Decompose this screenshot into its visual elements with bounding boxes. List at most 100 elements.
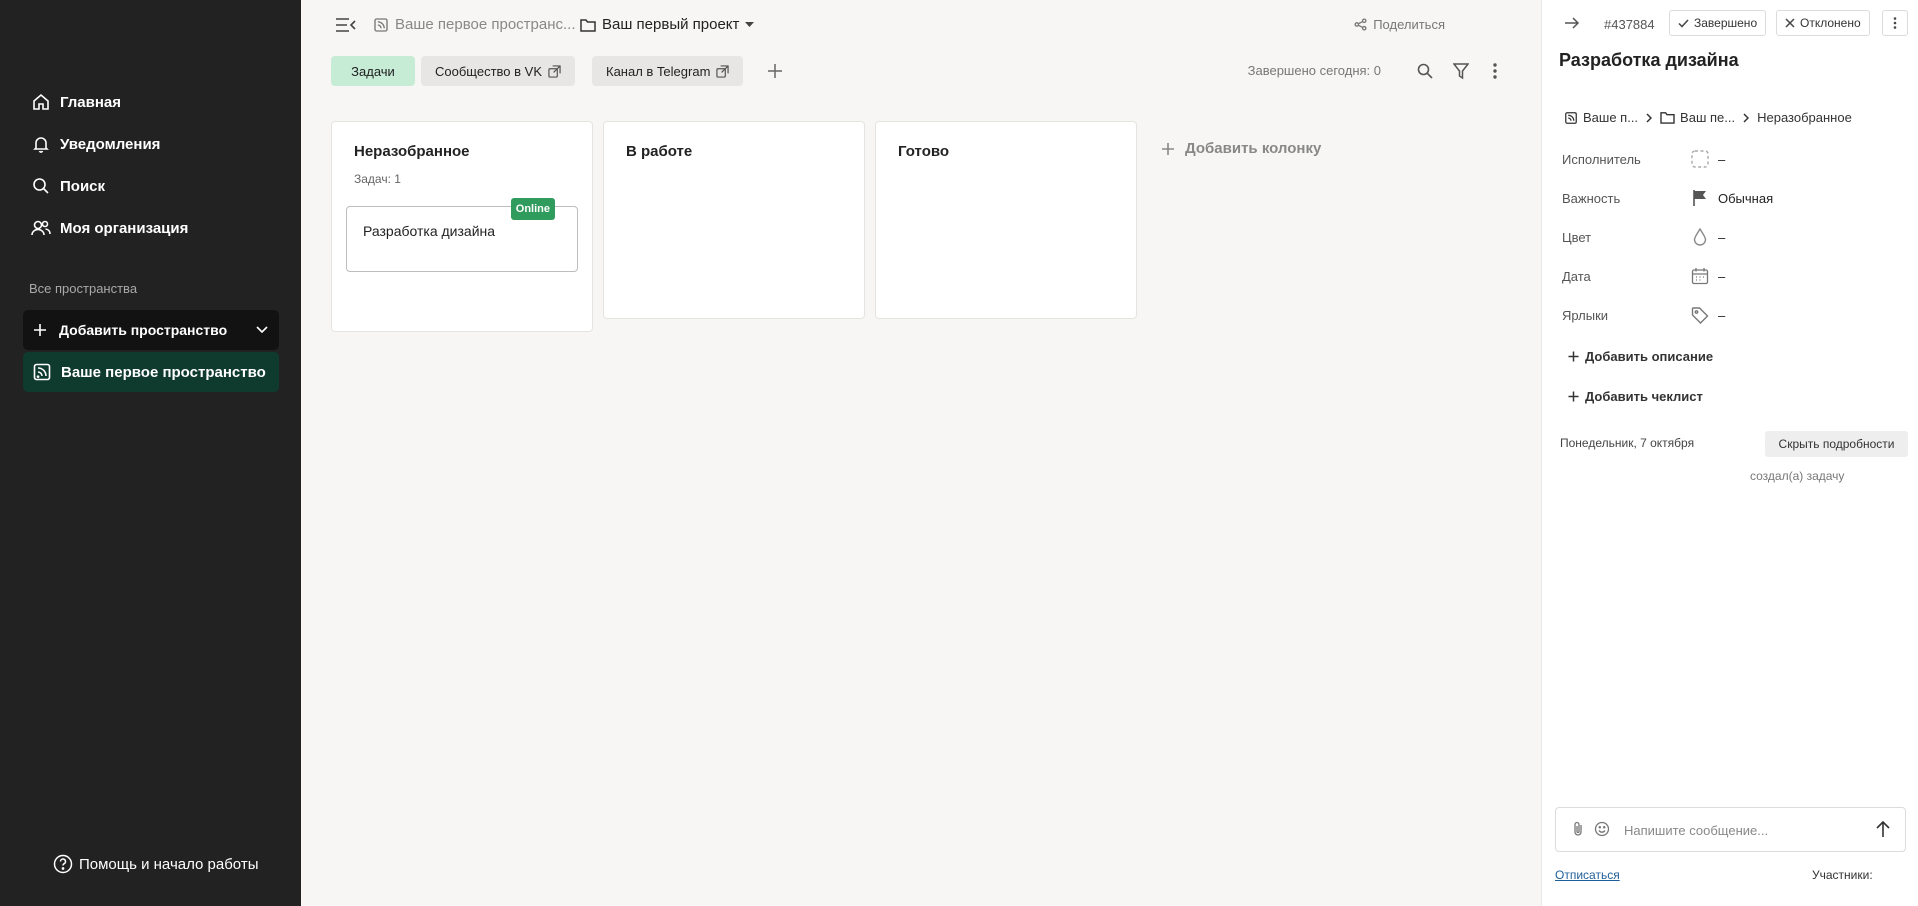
prop-label: Цвет [1562,229,1592,245]
users-icon [30,217,52,239]
task-card-title: Разработка дизайна [363,223,496,239]
tab-telegram[interactable]: Канал в Telegram [592,56,744,86]
prop-label: Важность [1562,190,1621,206]
add-description-button[interactable]: Добавить описание [1568,349,1713,364]
more-options-button[interactable] [1882,10,1908,36]
plus-icon [1568,351,1579,362]
nav-label: Уведомления [60,135,161,153]
tab-label: Канал в Telegram [606,63,711,79]
members-label: Участники: [1812,868,1873,882]
send-arrow-icon[interactable] [1875,820,1891,838]
external-link-icon [548,64,561,78]
chevron-right-icon [1646,112,1653,123]
breadcrumb-project[interactable]: Ваш первый проект [580,16,755,33]
task-location-path: Ваше п... Ваш пе... Неразобранное [1564,110,1852,125]
activity-date: Понедельник, 7 октября [1560,436,1695,450]
search-icon[interactable] [1415,61,1435,81]
done-today-counter: Завершено сегодня: 0 [1247,63,1381,78]
prop-value: – [1718,229,1726,245]
search-icon [30,175,52,197]
prop-value: – [1718,307,1726,323]
prop-assignee[interactable]: Исполнитель – [1562,149,1902,169]
nav-label: Главная [60,93,122,111]
more-vertical-icon[interactable] [1485,61,1505,81]
main-area: Ваше первое пространс... Ваш первый прое… [301,0,1541,906]
help-icon [53,854,73,874]
home-icon [30,91,52,113]
breadcrumb-project-label: Ваш первый проект [602,16,740,33]
share-button[interactable]: Поделиться [1354,17,1445,32]
task-detail-panel: #437884 Завершено Отклонено Разработка д… [1541,0,1918,906]
column-title: В работе [626,143,693,160]
reject-button[interactable]: Отклонено [1776,10,1870,36]
path-column[interactable]: Неразобранное [1757,110,1852,125]
prop-labels[interactable]: Ярлыки – [1562,305,1902,325]
collapse-sidebar-icon[interactable] [335,16,357,34]
hide-details-button[interactable]: Скрыть подробности [1765,431,1908,457]
tag-icon [1690,305,1710,325]
spaces-section-label: Все пространства [29,281,138,296]
add-tab-icon[interactable] [766,62,784,80]
nav-item-search[interactable]: Поиск [30,174,105,198]
panel-header: #437884 Завершено Отклонено [1542,10,1918,38]
task-card[interactable]: Разработка дизайна Online [346,198,578,272]
check-icon [1678,18,1689,28]
arrow-right-icon[interactable] [1564,16,1580,30]
add-column-button[interactable]: Добавить колонку [1161,140,1321,157]
nav-item-organization[interactable]: Моя организация [30,216,188,240]
space-icon [373,17,389,33]
add-column-label: Добавить колонку [1185,140,1322,157]
prop-value: – [1718,268,1726,284]
calendar-icon [1690,266,1710,286]
prop-color[interactable]: Цвет – [1562,227,1902,247]
path-project[interactable]: Ваш пе... [1680,110,1735,125]
add-space-button[interactable]: Добавить пространство [23,310,279,350]
column-count: Задач: 1 [354,172,401,186]
share-label: Поделиться [1373,17,1445,32]
chevron-down-icon[interactable] [255,322,269,336]
prop-value: – [1718,151,1726,167]
space-item[interactable]: Ваше первое пространство [23,352,279,392]
chevron-right-icon [1743,112,1750,123]
tab-tasks[interactable]: Задачи [331,56,415,86]
paperclip-icon[interactable] [1572,821,1584,837]
breadcrumb-space-label: Ваше первое пространс... [395,16,576,33]
topbar: Ваше первое пространс... Ваш первый прое… [301,0,1541,50]
nav-item-home[interactable]: Главная [30,90,121,114]
reject-label: Отклонено [1800,16,1861,30]
breadcrumb-space[interactable]: Ваше первое пространс... [373,16,576,33]
space-icon [31,361,53,383]
add-checklist-button[interactable]: Добавить чеклист [1568,389,1703,404]
tab-label: Задачи [351,63,395,79]
nav-label: Поиск [60,177,106,195]
unsubscribe-link[interactable]: Отписаться [1555,868,1620,882]
droplet-icon [1690,227,1710,247]
prop-label: Дата [1562,268,1591,284]
folder-icon [580,18,596,32]
message-input[interactable] [1624,820,1854,840]
space-label: Ваше первое пространство [61,363,266,381]
message-composer [1555,807,1906,852]
filter-icon[interactable] [1451,61,1471,81]
plus-icon [1568,391,1579,402]
bell-icon [30,133,52,155]
complete-button[interactable]: Завершено [1669,10,1767,36]
plus-icon [33,323,47,337]
close-icon [1785,18,1795,28]
prop-value: Обычная [1718,190,1774,206]
add-space-label: Добавить пространство [59,322,228,338]
more-vertical-icon [1893,17,1897,29]
path-space[interactable]: Ваше п... [1583,110,1638,125]
tab-vk[interactable]: Сообщество в VK [421,56,575,86]
board-column: Неразобранное Задач: 1 Разработка дизайн… [331,121,593,332]
emoji-icon[interactable] [1594,821,1610,837]
flag-icon [1690,188,1710,208]
activity-created-text: создал(а) задачу [1750,469,1845,483]
caret-down-icon [745,21,755,28]
task-title[interactable]: Разработка дизайна [1559,50,1739,71]
prop-label: Исполнитель [1562,151,1641,167]
nav-item-notifications[interactable]: Уведомления [30,132,160,156]
prop-date[interactable]: Дата – [1562,266,1902,286]
prop-priority[interactable]: Важность Обычная [1562,188,1902,208]
help-link[interactable]: Помощь и начало работы [53,854,258,874]
